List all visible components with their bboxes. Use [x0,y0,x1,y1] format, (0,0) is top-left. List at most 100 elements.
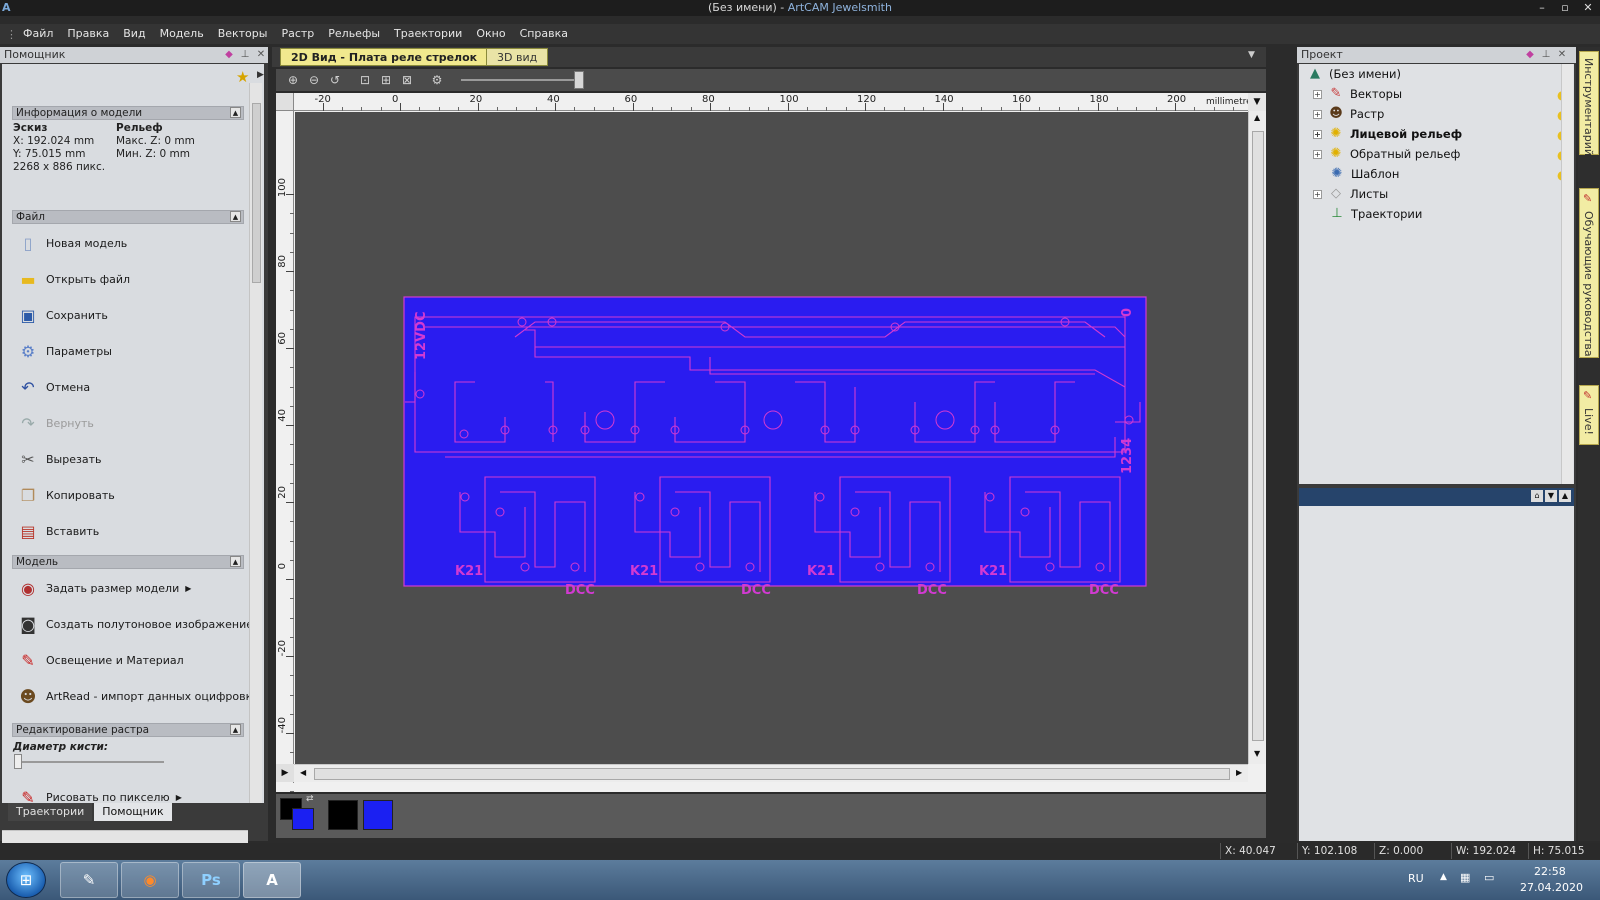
tree-item-raster[interactable]: + ☻ Растр [1313,104,1384,124]
eraser-icon[interactable]: ◆ [222,47,236,63]
menu-window[interactable]: Окно [469,24,512,44]
canvas-horizontal-scrollbar[interactable]: ◀ ▶ [294,764,1248,782]
swap-colors-icon[interactable]: ⇄ [306,794,314,804]
ruler-corner[interactable] [276,93,294,111]
zoom-previous-icon[interactable]: ↺ [326,71,344,89]
clock-time[interactable]: 22:58 [1534,865,1566,878]
drawing-viewport[interactable]: 12VDC 0 1234 K21 K21 K21 K21 DCC DCC DCC… [295,112,1248,764]
collapse-icon[interactable]: ▲ [230,211,241,222]
canvas-corner-icon[interactable]: ▶ [276,764,294,782]
brush-diameter-slider[interactable] [14,761,164,763]
set-model-size-button[interactable]: ◉ Задать размер модели ▶ [16,573,191,603]
expand-icon[interactable]: + [1313,129,1322,139]
zoom-window-icon[interactable]: ⊡ [356,71,374,89]
collapse-icon[interactable]: ▲ [230,107,241,118]
start-button[interactable]: ⊞ [6,862,46,898]
collapse-icon[interactable]: ▲ [230,556,241,567]
menu-reliefs[interactable]: Рельефы [321,24,387,44]
tree-item-sheets[interactable]: + ◇ Листы [1313,184,1388,204]
vertical-scroll-thumb[interactable] [1252,131,1264,741]
monitor-icon[interactable]: ▭ [1484,871,1494,884]
assistant-vertical-scrollbar[interactable] [249,83,262,805]
zoom-in-icon[interactable]: ⊕ [284,71,302,89]
maximize-button[interactable]: ▫ [1554,0,1576,16]
cut-button[interactable]: ✂ Вырезать [16,444,101,474]
new-model-button[interactable]: ▯ Новая модель [16,228,128,258]
artread-button[interactable]: ☻ ArtRead - импорт данных оцифровки [16,681,260,711]
lighting-material-button[interactable]: ✎ Освещение и Материал [16,645,183,675]
menu-vectors[interactable]: Векторы [211,24,275,44]
raster-edit-header[interactable]: Редактирование растра ▲ [12,723,244,737]
expand-icon[interactable]: + [1313,189,1322,199]
expand-up-icon[interactable]: ▲ [1559,490,1571,502]
zoom-all-icon[interactable]: ⊠ [398,71,416,89]
menu-model[interactable]: Модель [153,24,211,44]
scroll-up-icon[interactable]: ▲ [1254,113,1260,122]
minimize-button[interactable]: – [1531,0,1553,16]
tab-toolpaths[interactable]: Траектории [8,803,93,821]
menu-edit[interactable]: Правка [60,24,116,44]
panel-close-icon[interactable]: ✕ [1555,47,1569,63]
panel-close-icon[interactable]: ✕ [254,47,268,63]
expand-icon[interactable]: + [1313,89,1322,99]
eraser-icon[interactable]: ◆ [1523,47,1537,63]
scroll-down-icon[interactable]: ▼ [1254,749,1260,758]
file-section-header[interactable]: Файл ▲ [12,210,244,224]
tree-root[interactable]: ▲ (Без имени) [1307,64,1401,84]
side-tab-live[interactable]: ✎ Live! [1579,385,1599,445]
scroll-thumb[interactable] [252,103,261,283]
tray-expand-icon[interactable]: ▲ [1440,872,1447,882]
menu-bitmap[interactable]: Растр [274,24,321,44]
horizontal-scroll-thumb[interactable] [314,768,1230,780]
artcam-icon[interactable]: A [243,862,301,898]
pin-icon[interactable]: ⊥ [238,47,252,63]
zoom-slider[interactable] [461,79,581,81]
tab-3d-view[interactable]: 3D вид [486,48,549,66]
model-info-header[interactable]: Информация о модели ▲ [12,106,244,120]
parameters-button[interactable]: ⚙ Параметры [16,336,112,366]
tree-item-back-relief[interactable]: + ✺ Обратный рельеф [1313,144,1460,164]
expand-icon[interactable]: + [1313,109,1322,119]
secondary-color-swatch[interactable] [292,808,314,830]
menu-toolpaths[interactable]: Траектории [387,24,469,44]
model-section-header[interactable]: Модель ▲ [12,555,244,569]
home-icon[interactable]: ⌂ [1531,490,1543,502]
tree-item-front-relief[interactable]: + ✺ Лицевой рельеф [1313,124,1462,144]
notepad-icon[interactable]: ✎ [60,862,118,898]
brush-slider-thumb[interactable] [14,754,22,769]
scroll-right-icon[interactable]: ▶ [1236,768,1242,777]
tree-item-toolpaths[interactable]: ⊥ Траектории [1329,204,1422,224]
collapse-icon[interactable]: ▲ [230,724,241,735]
menu-view[interactable]: Вид [116,24,152,44]
favorite-star-icon[interactable]: ★ [236,68,249,86]
paste-button[interactable]: ▤ Вставить [16,516,99,546]
tab-2d-view[interactable]: 2D Вид - Плата реле стрелок ✕ [280,48,503,66]
zoom-fit-icon[interactable]: ⊞ [377,71,395,89]
undo-button[interactable]: ↶ Отмена [16,372,90,402]
project-tree-scrollbar[interactable] [1561,64,1573,484]
expand-icon[interactable]: + [1313,149,1322,159]
firefox-icon[interactable]: ◉ [121,862,179,898]
redo-button[interactable]: ↷ Вернуть [16,408,94,438]
zoom-slider-thumb[interactable] [574,71,584,89]
copy-button[interactable]: ❐ Копировать [16,480,115,510]
language-indicator[interactable]: RU [1408,872,1424,885]
tree-item-vectors[interactable]: + ✎ Векторы [1313,84,1402,104]
side-tab-tutorials[interactable]: ✎ Обучающие руководства [1579,188,1599,358]
palette-blue-swatch[interactable] [363,800,393,830]
assistant-horizontal-scrollbar[interactable] [2,830,248,844]
palette-black-swatch[interactable] [328,800,358,830]
save-button[interactable]: ▣ Сохранить [16,300,107,330]
menu-help[interactable]: Справка [513,24,575,44]
canvas-vertical-scrollbar[interactable]: ▲ ▼ [1248,111,1266,764]
ruler-unit-dropdown-icon[interactable]: ▼ [1248,93,1266,111]
close-button[interactable]: ✕ [1577,0,1599,16]
tabs-dropdown-icon[interactable]: ▼ [1248,50,1255,60]
pin-icon[interactable]: ⊥ [1539,47,1553,63]
open-file-button[interactable]: ▬ Открыть файл [16,264,130,294]
chevron-right-icon[interactable]: ▶ [257,70,264,80]
zoom-out-icon[interactable]: ⊖ [305,71,323,89]
create-grayscale-button[interactable]: ◙ Создать полутоновое изображение [16,609,253,639]
menu-file[interactable]: Файл [16,24,60,44]
clock-date[interactable]: 27.04.2020 [1520,881,1583,894]
